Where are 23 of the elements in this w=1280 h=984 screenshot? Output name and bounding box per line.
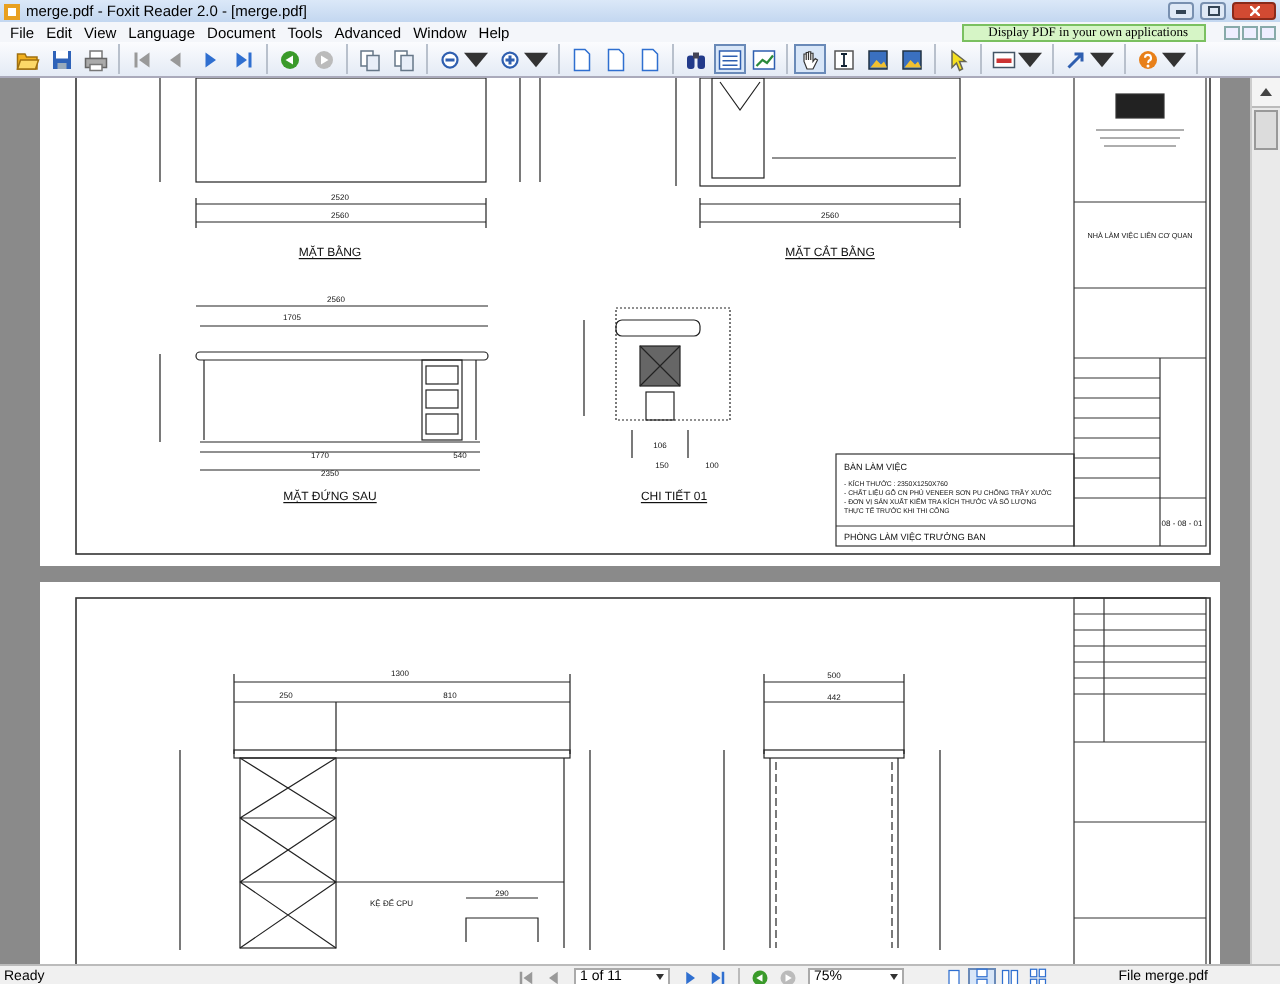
maximize-icon bbox=[1207, 6, 1219, 16]
caret-icon bbox=[890, 974, 898, 980]
hand-icon[interactable] bbox=[794, 44, 826, 74]
caret-icon bbox=[656, 974, 664, 980]
text-cursor-icon[interactable] bbox=[828, 44, 860, 74]
facing-pages-icon[interactable] bbox=[996, 967, 1024, 984]
scroll-up-icon[interactable] bbox=[1260, 88, 1272, 96]
close-icon bbox=[1249, 6, 1259, 16]
picture-icon[interactable] bbox=[896, 44, 928, 74]
printer-icon[interactable] bbox=[80, 44, 112, 74]
picture-icon[interactable] bbox=[862, 44, 894, 74]
panel-icon[interactable] bbox=[714, 44, 746, 74]
pages-icon[interactable] bbox=[388, 44, 420, 74]
continuous-pages-icon[interactable] bbox=[968, 967, 996, 984]
line-chart-icon[interactable] bbox=[748, 44, 780, 74]
pages-icon[interactable] bbox=[354, 44, 386, 74]
vertical-scrollbar[interactable] bbox=[1250, 78, 1280, 964]
scroll-thumb[interactable] bbox=[1254, 110, 1278, 150]
minimize-button[interactable] bbox=[1168, 2, 1194, 20]
maximize-button[interactable] bbox=[1200, 2, 1226, 20]
facing-continuous-icon[interactable] bbox=[1024, 967, 1052, 984]
minimize-icon bbox=[1176, 9, 1186, 13]
close-button[interactable] bbox=[1232, 2, 1276, 20]
